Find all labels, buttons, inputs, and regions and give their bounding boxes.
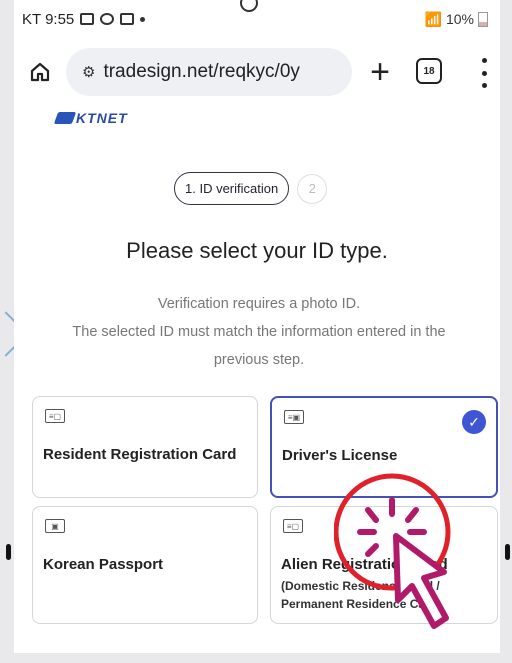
passport-icon: ▣ [45,519,65,533]
logo-text: KTNET [76,110,128,126]
battery-level: 10% [445,11,474,27]
app-notification-icon [120,13,135,25]
option-label: Korean Passport [43,556,164,573]
bottom-frame [0,653,512,663]
description-line: previous step. [213,352,305,368]
step-indicator: 1. ID verification 2 [174,172,328,205]
browser-toolbar: ⚙ tradesign.net/reqkyc/0y + 18 [14,44,500,100]
right-edge-marker [505,544,510,560]
address-bar[interactable]: ⚙ tradesign.net/reqkyc/0y [66,48,352,96]
description: Verification requires a photo ID. The se… [24,290,494,374]
wifi-icon: 📶 [424,10,442,27]
home-icon [30,62,50,82]
ktnet-logo: KTNET [53,110,128,126]
new-tab-button[interactable]: + [362,52,398,92]
tap-highlight-overlay [334,473,451,629]
right-frame [500,0,512,663]
phone-screen: KT 9:55 📶 10% ⚙ tradesign.net/reqkyc/0y … [14,0,500,653]
gallery-notification-icon [80,13,95,25]
description-line: The selected ID must match the informati… [72,324,446,340]
status-bar: KT 9:55 📶 10% [14,0,500,38]
id-option-resident-card[interactable]: ≡▢ Resident Registration Card [32,396,258,498]
id-card-icon: ≡▢ [45,409,65,423]
tap-burst-icon [357,497,427,557]
site-settings-icon[interactable]: ⚙ [82,63,95,81]
tab-switcher-button[interactable]: 18 [416,58,442,84]
step-1-badge: 1. ID verification [174,172,290,205]
license-icon: ≡▣ [284,410,304,424]
status-time: KT 9:55 [22,10,75,28]
id-option-korean-passport[interactable]: ▣ Korean Passport [32,506,258,624]
home-button[interactable] [24,56,56,88]
step-2-badge: 2 [297,173,328,204]
chat-notification-icon [100,13,115,25]
logo-mark-icon [53,112,77,124]
checkmark-icon: ✓ [462,410,486,434]
alien-card-icon: ≡▢ [283,519,303,533]
description-line: Verification requires a photo ID. [157,296,361,312]
url-text: tradesign.net/reqkyc/0y [103,61,300,82]
browser-menu-button[interactable] [474,58,494,88]
option-label: Resident Registration Card [43,446,237,463]
left-edge-marker [6,544,11,560]
cursor-arrow-icon [393,533,449,629]
more-notifications-icon [140,16,146,22]
battery-icon [478,11,488,27]
option-label: Driver's License [282,447,398,464]
page-title: Please select your ID type. [126,238,388,263]
